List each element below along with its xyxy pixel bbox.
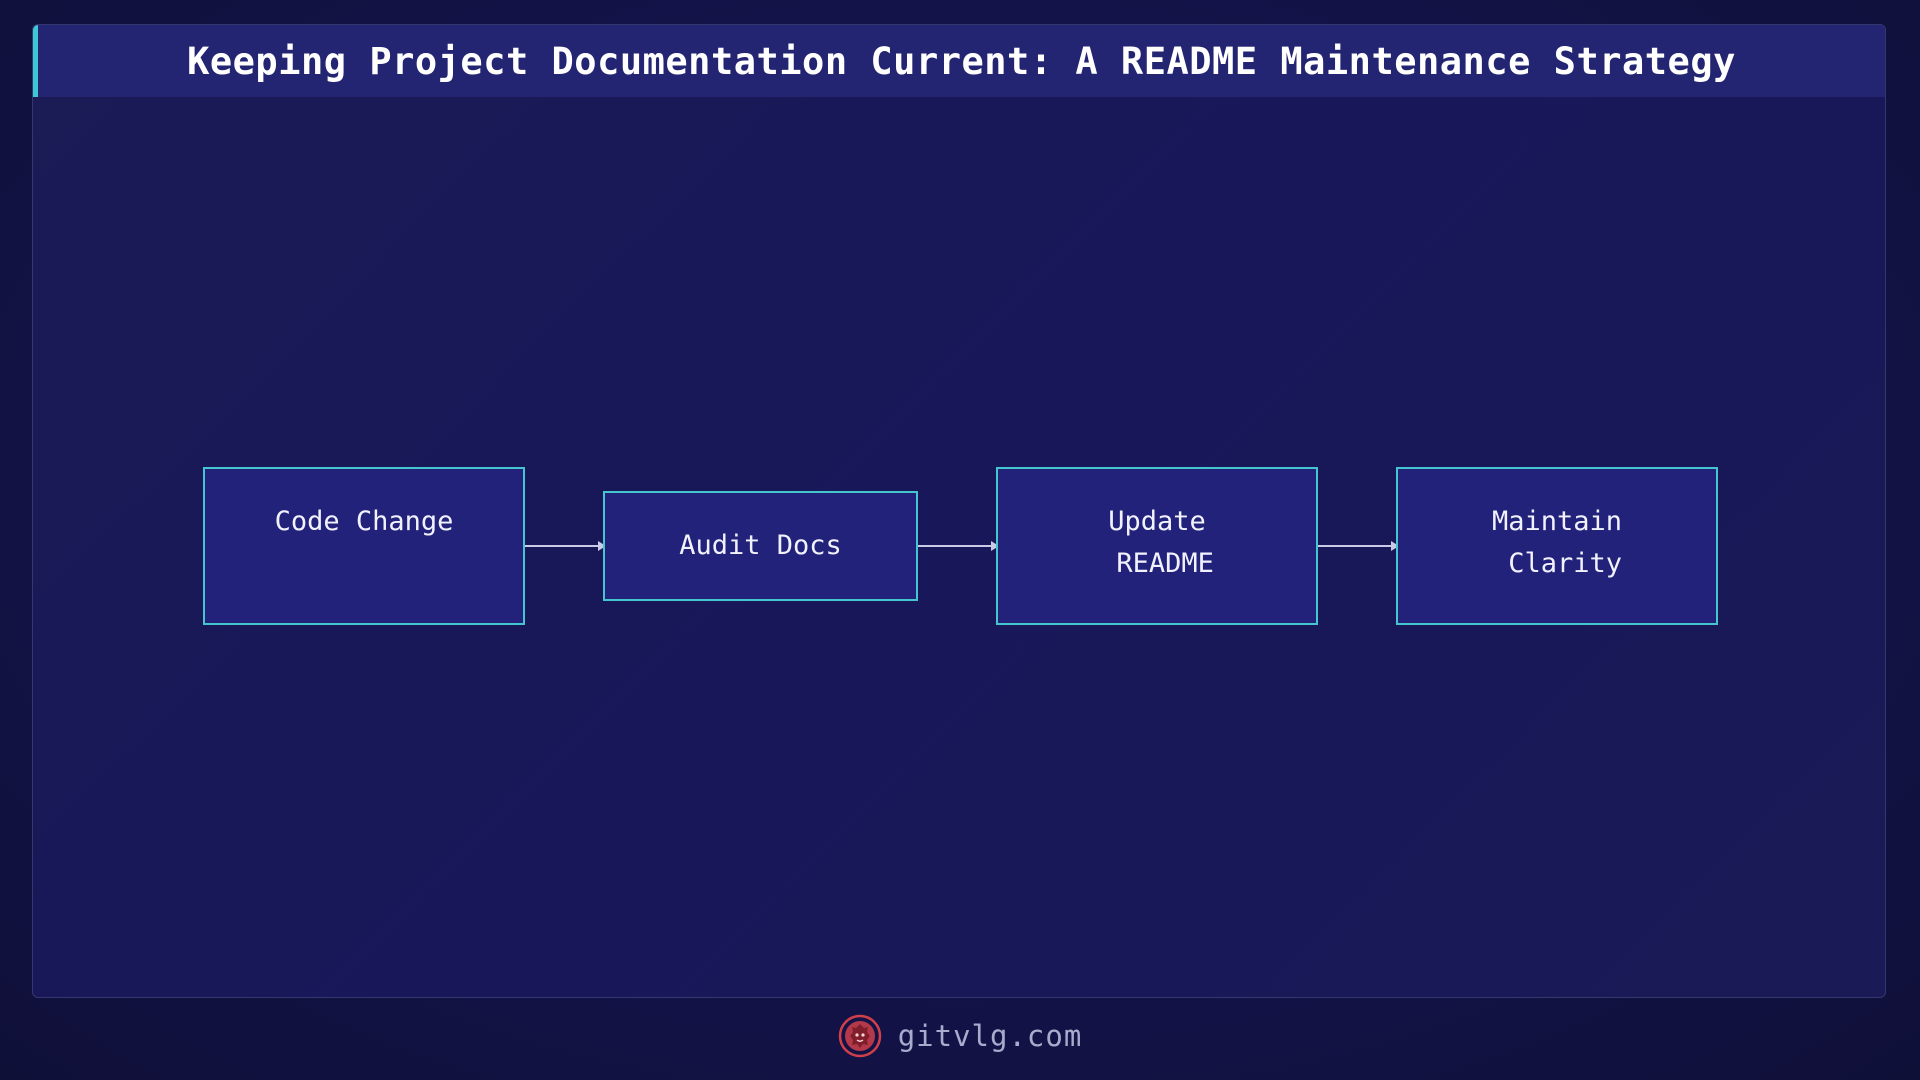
node-label: Maintain bbox=[1491, 506, 1623, 537]
site-link[interactable]: gitvlg.com bbox=[898, 1019, 1083, 1053]
arrow-update-readme-to-maintain-clarity bbox=[1318, 541, 1399, 551]
page-title: Keeping Project Documentation Current: A… bbox=[187, 39, 1736, 83]
node-label: Update bbox=[1108, 506, 1206, 537]
node-code-change: Code Change bbox=[203, 467, 525, 625]
node-maintain-clarity: Maintain Clarity bbox=[1396, 467, 1718, 625]
title-bar: Keeping Project Documentation Current: A… bbox=[33, 25, 1885, 97]
node-audit-docs: Audit Docs bbox=[603, 491, 918, 601]
lion-icon bbox=[838, 1014, 881, 1058]
footer: gitvlg.com bbox=[0, 1010, 1920, 1062]
node-label: Audit Docs bbox=[679, 530, 842, 561]
arrow-audit-docs-to-update-readme bbox=[918, 541, 999, 551]
arrow-code-change-to-audit-docs bbox=[525, 541, 606, 551]
node-label: Code Change bbox=[274, 506, 454, 537]
node-label: Clarity bbox=[1491, 548, 1623, 579]
node-label: README bbox=[1100, 548, 1214, 579]
node-update-readme: Update README bbox=[996, 467, 1318, 625]
